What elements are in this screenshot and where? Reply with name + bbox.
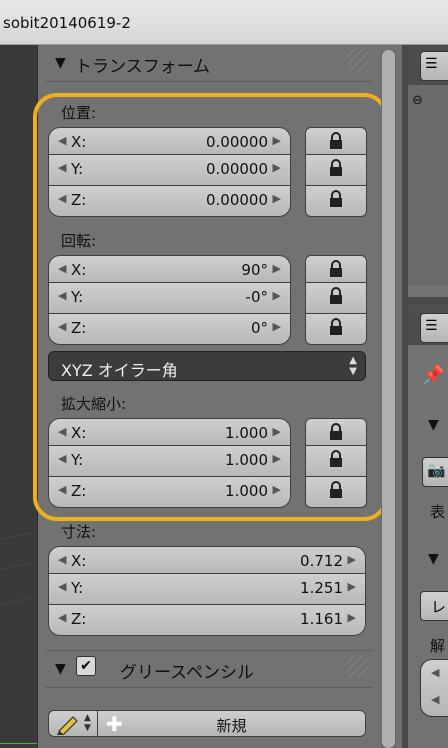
properties-editor-type-button[interactable]: ☰ — [420, 313, 448, 343]
disclosure-triangle-icon[interactable]: ▼ — [428, 551, 439, 567]
grease-pencil-new-button[interactable]: ✚ 新規 — [97, 710, 366, 737]
dimensions-y-field[interactable]: ◀ Y: 1.251 ▶ — [48, 574, 366, 605]
disclosure-triangle-icon[interactable]: ▼ — [428, 417, 439, 433]
decrement-arrow-icon[interactable]: ◀ — [431, 666, 439, 679]
transform-panel-header[interactable]: ▼ トランスフォーム — [45, 45, 373, 82]
resolution-fields[interactable]: ◀ ◀ — [420, 659, 448, 717]
3d-viewport-edge[interactable] — [0, 45, 37, 748]
display-label: 表 — [430, 503, 446, 521]
decrement-arrow-icon[interactable]: ◀ — [58, 553, 66, 566]
field-value: 1.161 — [300, 610, 343, 628]
area-divider[interactable] — [408, 297, 448, 305]
window-title: sobit20140619-2 — [3, 14, 131, 32]
outliner-icon: ☰ — [425, 56, 438, 72]
field-value: 1.251 — [300, 579, 343, 597]
right-editor-panels: ☰ ⊖ ☰ 📌 ▼ 📷 表 ▼ レ 解 ◀ ◀ — [408, 45, 448, 748]
grease-pencil-checkbox[interactable]: ✔ — [76, 656, 96, 676]
disclosure-triangle-icon[interactable]: ▼ — [55, 55, 66, 71]
drag-grip-icon[interactable] — [347, 655, 369, 677]
dimensions-z-field[interactable]: ◀ Z: 1.161 ▶ — [48, 605, 366, 636]
pin-icon[interactable]: 📌 — [422, 365, 444, 386]
grid-line — [0, 561, 37, 570]
camera-icon: 📷 — [427, 461, 446, 479]
outliner-editor-type-button[interactable]: ☰ — [420, 51, 448, 81]
increment-arrow-icon[interactable]: ▶ — [348, 580, 356, 593]
drag-grip-icon[interactable] — [347, 49, 369, 71]
increment-arrow-icon[interactable]: ▶ — [348, 611, 356, 624]
updown-arrows-icon: ▲ ▼ — [84, 713, 91, 733]
render-button[interactable]: レ — [420, 591, 448, 621]
shelf-scrollbar[interactable] — [381, 50, 396, 748]
axis-label: Y: — [71, 579, 84, 597]
grease-pencil-title: グリースペンシル — [120, 663, 254, 683]
dimensions-x-field[interactable]: ◀ X: 0.712 ▶ — [48, 546, 366, 574]
grease-pencil-browse-button[interactable]: ▲ ▼ — [48, 710, 98, 737]
decrement-arrow-icon[interactable]: ◀ — [58, 580, 66, 593]
grid-line — [0, 531, 37, 540]
transform-panel-title: トランスフォーム — [75, 57, 211, 77]
collapse-icon[interactable]: ⊖ — [412, 93, 423, 108]
y-axis-line — [0, 743, 37, 744]
decrement-arrow-icon[interactable]: ◀ — [58, 611, 66, 624]
disclosure-triangle-icon[interactable]: ▼ — [55, 661, 66, 677]
dimensions-label: 寸法: — [61, 523, 97, 541]
render-button-label: レ — [431, 598, 447, 616]
axis-label: X: — [71, 552, 87, 570]
axis-label: Z: — [71, 610, 87, 628]
checkmark-icon: ✔ — [80, 658, 92, 674]
window-titlebar: sobit20140619-2 — [0, 0, 448, 45]
scrollbar-thumb[interactable] — [382, 50, 395, 748]
properties-icon: ☰ — [425, 318, 438, 334]
grid-line — [0, 596, 37, 605]
render-camera-button[interactable]: 📷 — [422, 457, 448, 487]
highlight-annotation — [33, 93, 388, 521]
field-value: 0.712 — [300, 552, 343, 570]
increment-arrow-icon[interactable]: ▶ — [348, 553, 356, 566]
resolution-label: 解 — [430, 637, 446, 655]
pencil-icon — [57, 716, 78, 735]
decrement-arrow-icon[interactable]: ◀ — [431, 693, 439, 706]
outliner-area — [408, 85, 448, 285]
new-button-label: 新規 — [216, 717, 247, 735]
